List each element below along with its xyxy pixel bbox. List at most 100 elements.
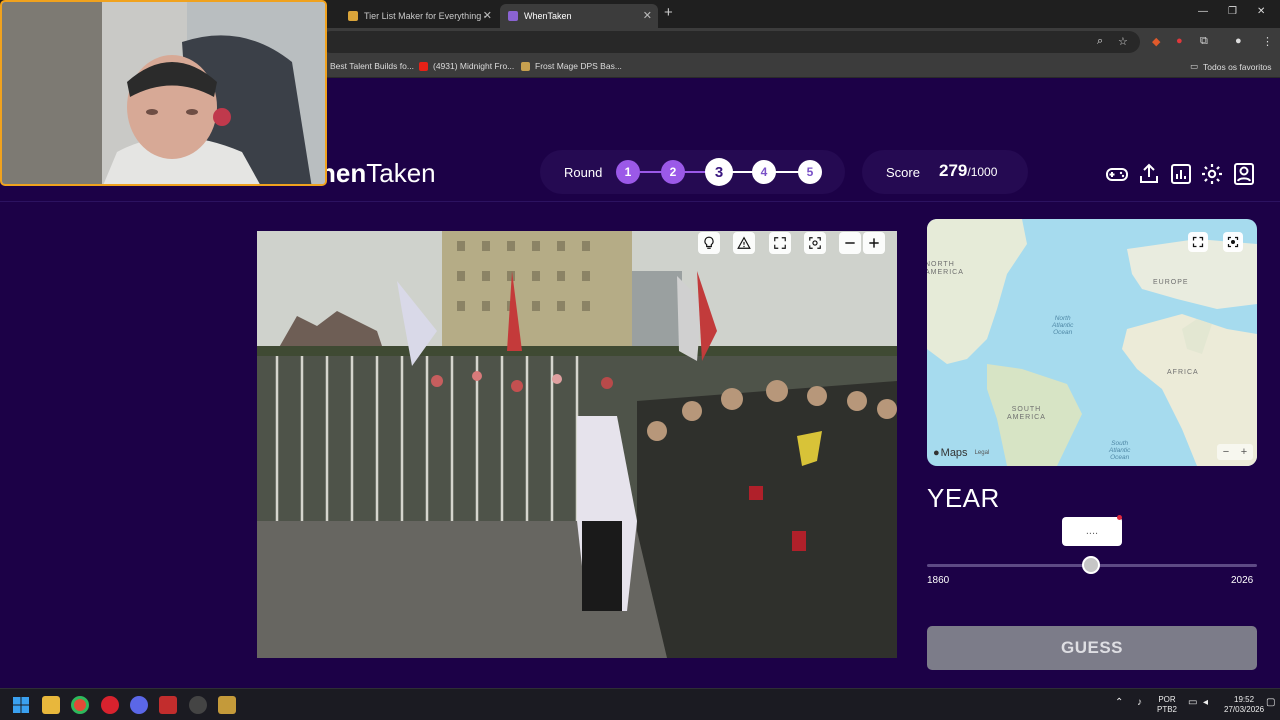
photo-fullscreen-button[interactable]	[769, 232, 791, 254]
all-favorites-label: Todos os favoritos	[1203, 61, 1272, 72]
map-fullscreen-button[interactable]	[1188, 232, 1208, 252]
profile-avatar-icon[interactable]: ●	[1235, 35, 1242, 47]
map-locate-button[interactable]	[1223, 232, 1243, 252]
tab-whentaken[interactable]: WhenTaken ✕	[500, 4, 658, 28]
historical-photo	[257, 231, 897, 658]
tab-tier-list[interactable]: Tier List Maker for Everything - ✕	[340, 4, 498, 28]
bookmark-item[interactable]: (4931) Midnight Fro...	[419, 61, 514, 71]
windows-taskbar: ⌃ ♪ POR PTB2 ▭ ◂ 19:52 27/03/2026 ▢	[0, 688, 1280, 720]
zoom-out-button[interactable]	[839, 232, 861, 254]
hint-button[interactable]	[698, 232, 720, 254]
map-label-south-atlantic: South Atlantic Ocean	[1109, 440, 1131, 461]
score-label: Score	[886, 165, 920, 180]
extension-icon[interactable]: ●	[1176, 35, 1183, 47]
score-box: Score 279/1000	[862, 150, 1028, 194]
site-logo[interactable]: henTaken	[320, 158, 436, 189]
settings-icon[interactable]	[1200, 162, 1224, 186]
restore-icon[interactable]: ❐	[1228, 6, 1237, 17]
guess-photo[interactable]	[257, 231, 897, 658]
map-attribution: ● Maps Legal	[933, 447, 989, 459]
gamepad-icon[interactable]	[1105, 162, 1129, 186]
folder-icon: ▭	[1190, 61, 1199, 71]
map-label-north-america: NORTH AMERICA	[927, 261, 964, 276]
volume-icon[interactable]: ◂	[1203, 698, 1208, 708]
map-label-north-atlantic: North Atlantic Ocean	[1052, 315, 1074, 336]
bookmark-item[interactable]: Frost Mage DPS Bas...	[521, 61, 622, 71]
tier-list-favicon	[348, 11, 358, 21]
zoom-in-icon	[869, 238, 879, 248]
score-max: /1000	[967, 165, 998, 179]
zoom-out-icon	[845, 242, 855, 244]
browser-menu-icon[interactable]: ⋮	[1262, 35, 1273, 48]
chrome-icon[interactable]	[71, 696, 89, 714]
league-icon[interactable]	[218, 696, 236, 714]
minimize-icon[interactable]: —	[1198, 6, 1208, 17]
round-tracker: Round 1 2 3 4 5	[540, 150, 845, 194]
tab-title: Tier List Maker for Everything -	[364, 11, 487, 21]
bookmark-label: (4931) Midnight Fro...	[433, 61, 515, 71]
tray-overflow-icon[interactable]: ⌃	[1115, 698, 1123, 708]
map-label-europe: EUROPE	[1153, 279, 1189, 286]
map-zoom-controls[interactable]: − +	[1217, 444, 1253, 460]
profile-icon[interactable]	[1232, 162, 1256, 186]
locate-icon	[1227, 236, 1239, 248]
microphone-icon[interactable]: ♪	[1137, 698, 1142, 708]
address-bar[interactable]	[320, 31, 1140, 53]
close-tab-icon[interactable]: ✕	[643, 9, 652, 22]
close-window-icon[interactable]: ✕	[1257, 6, 1265, 17]
app-icon[interactable]	[159, 696, 177, 714]
zoom-in-button[interactable]	[863, 232, 885, 254]
language-indicator[interactable]: POR PTB2	[1157, 695, 1177, 715]
year-value-bubble: ....	[1062, 517, 1122, 546]
map-label-africa: AFRICA	[1167, 369, 1199, 376]
file-explorer-icon[interactable]	[42, 696, 60, 714]
round-dot-5: 5	[798, 160, 822, 184]
focus-icon	[809, 237, 821, 249]
hint-icon	[704, 236, 714, 249]
zoom-icon[interactable]: ⌕	[1097, 35, 1103, 48]
discord-icon[interactable]	[130, 696, 148, 714]
webcam-overlay	[0, 0, 327, 186]
round-dot-4: 4	[752, 160, 776, 184]
tab-title: WhenTaken	[524, 11, 572, 21]
clock-time: 19:52	[1234, 695, 1255, 704]
clock[interactable]: 19:52 27/03/2026	[1224, 695, 1264, 715]
fullscreen-icon	[774, 237, 786, 249]
opera-icon[interactable]	[101, 696, 119, 714]
guess-button[interactable]: GUESS	[927, 626, 1257, 670]
fullscreen-icon	[1192, 236, 1204, 248]
notifications-icon[interactable]: ▢	[1266, 698, 1275, 708]
report-button[interactable]	[733, 232, 755, 254]
language-code: POR	[1158, 695, 1176, 704]
bookmark-star-icon[interactable]: ☆	[1118, 35, 1128, 48]
keyboard-layout: PTB2	[1157, 705, 1178, 714]
display-icon[interactable]: ▭	[1188, 698, 1197, 708]
map-attribution-label: Maps	[940, 447, 968, 459]
bubble-indicator-dot	[1117, 515, 1122, 520]
world-map[interactable]: NORTH AMERICA EUROPE AFRICA SOUTH AMERIC…	[927, 219, 1257, 466]
app-icon[interactable]	[189, 696, 207, 714]
round-dot-1: 1	[616, 160, 640, 184]
bookmark-favicon	[521, 61, 530, 71]
round-dot-2: 2	[661, 160, 685, 184]
map-landmass	[927, 219, 1257, 466]
windows-start-icon[interactable]	[12, 696, 30, 714]
year-slider-thumb[interactable]	[1082, 556, 1100, 574]
map-zoom-in-icon[interactable]: +	[1241, 446, 1247, 458]
extensions-puzzle-icon[interactable]: ⧉	[1200, 35, 1208, 48]
year-max-label: 2026	[1231, 575, 1254, 586]
round-label: Round	[564, 165, 603, 180]
bookmark-item[interactable]: Best Talent Builds fo...	[330, 61, 414, 71]
map-legal-link[interactable]: Legal	[975, 450, 990, 456]
stats-icon[interactable]	[1169, 162, 1193, 186]
apple-logo-icon: ●	[933, 447, 940, 459]
photo-focus-button[interactable]	[804, 232, 826, 254]
close-tab-icon[interactable]: ✕	[483, 9, 492, 22]
all-favorites[interactable]: ▭ Todos os favoritos	[1190, 61, 1272, 72]
round-dot-3: 3	[705, 158, 733, 186]
new-tab-button[interactable]: +	[664, 4, 673, 21]
map-zoom-out-icon[interactable]: −	[1223, 446, 1229, 458]
clock-date: 27/03/2026	[1224, 705, 1265, 714]
extension-icon[interactable]: ◆	[1152, 35, 1160, 48]
share-icon[interactable]	[1137, 162, 1161, 186]
